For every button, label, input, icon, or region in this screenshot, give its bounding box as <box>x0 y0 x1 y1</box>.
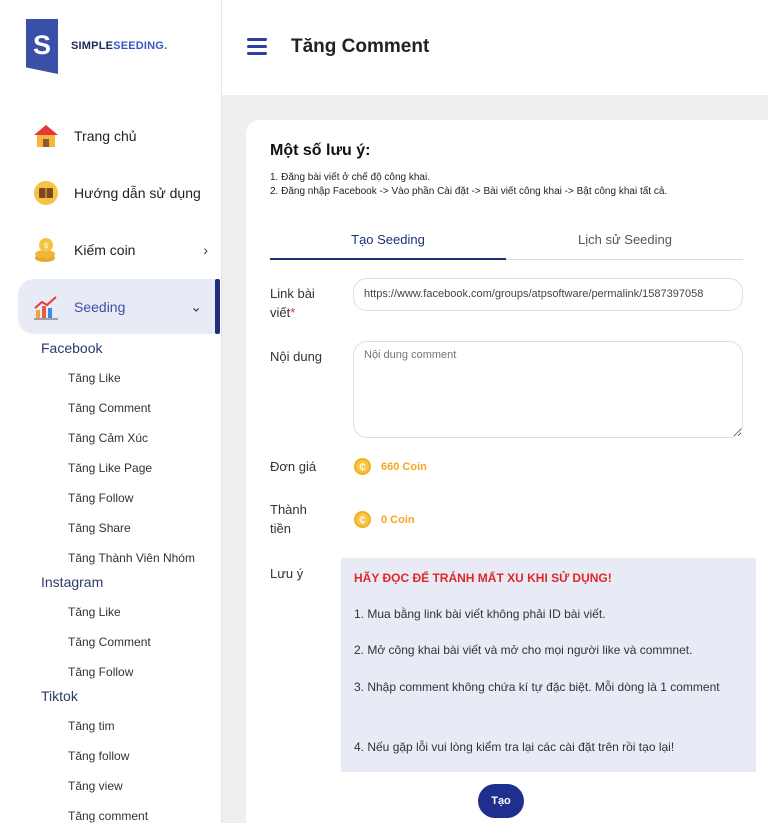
home-icon <box>32 122 60 150</box>
link-label-line-1: Link bài <box>270 286 315 301</box>
sidebar-item-earn-coin[interactable]: $ Kiếm coin › <box>18 222 220 277</box>
sidebar-item-label: Seeding <box>74 298 126 315</box>
post-link-input[interactable]: https://www.facebook.com/groups/atpsoftw… <box>353 278 743 311</box>
total-label-line-1: Thành <box>270 502 307 517</box>
total-label: Thành tiền <box>270 500 307 538</box>
brand-part-2: SEEDING. <box>113 40 168 52</box>
content-label: Nội dung <box>270 349 323 364</box>
tabs: Tạo Seeding Lịch sử Seeding <box>270 226 743 260</box>
create-button[interactable]: Tạo <box>478 784 524 818</box>
header: Tăng Comment <box>222 0 768 95</box>
hamburger-menu-icon[interactable] <box>247 36 269 58</box>
logo[interactable]: S <box>26 19 58 74</box>
sidebar-item-home[interactable]: Trang chủ <box>18 108 220 163</box>
coin-icon: ₵ <box>354 511 371 528</box>
logo-mark: S <box>26 19 58 74</box>
link-label-line-2: viết <box>270 305 291 320</box>
submenu-fb-comment[interactable]: Tăng Comment <box>68 401 151 415</box>
chart-icon <box>32 293 60 321</box>
notes-title: Một số lưu ý: <box>270 142 371 159</box>
submenu-fb-follow[interactable]: Tăng Follow <box>68 491 133 505</box>
submenu-tt-heart[interactable]: Tăng tim <box>68 719 115 733</box>
tab-create-seeding[interactable]: Tạo Seeding <box>270 226 506 260</box>
chevron-right-icon: › <box>203 241 208 258</box>
notice-label: Lưu ý <box>270 566 304 581</box>
tab-seeding-history[interactable]: Lịch sử Seeding <box>507 226 743 260</box>
notice-item: 3. Nhập comment không chứa kí tự đặc biệ… <box>354 680 720 694</box>
submenu-ig-like[interactable]: Tăng Like <box>68 605 121 619</box>
active-indicator <box>215 279 220 334</box>
notice-warning: HÃY ĐỌC ĐỂ TRÁNH MẤT XU KHI SỬ DỤNG! <box>354 571 612 585</box>
notice-item: 2. Mở công khai bài viết và mở cho mọi n… <box>354 643 693 657</box>
price-label: Đơn giá <box>270 459 317 474</box>
submenu-tt-follow[interactable]: Tăng follow <box>68 749 129 763</box>
brand-part-1: SIMPLE <box>71 40 114 52</box>
submenu-ig-follow[interactable]: Tăng Follow <box>68 665 133 679</box>
sidebar: S SIMPLESEEDING. Trang chủ Hướng dẫn sử … <box>0 0 222 823</box>
app: S SIMPLESEEDING. Trang chủ Hướng dẫn sử … <box>0 0 768 823</box>
required-mark: * <box>290 305 296 320</box>
unit-price-value: 660 Coin <box>381 460 427 473</box>
sidebar-item-seeding[interactable]: Seeding ⌄ <box>18 279 220 334</box>
unit-price: ₵ 660 Coin <box>354 458 427 475</box>
submenu-tt-comment[interactable]: Tăng comment <box>68 809 148 823</box>
submenu-fb-reaction[interactable]: Tăng Cảm Xúc <box>68 431 148 445</box>
sidebar-item-guide[interactable]: Hướng dẫn sử dụng <box>18 165 220 220</box>
total-price: ₵ 0 Coin <box>354 511 415 528</box>
submenu-ig-comment[interactable]: Tăng Comment <box>68 635 151 649</box>
total-price-value: 0 Coin <box>381 513 415 526</box>
notice-item: 1. Mua bằng link bài viết không phải ID … <box>354 607 606 621</box>
sidebar-item-label: Trang chủ <box>74 127 137 144</box>
link-label: Link bài viết* <box>270 284 315 322</box>
note-line-2: 2. Đăng nhập Facebook -> Vào phần Cài đặ… <box>270 186 668 197</box>
brand-name: SIMPLESEEDING. <box>71 40 167 52</box>
submenu-tt-view[interactable]: Tăng view <box>68 779 123 793</box>
page-title: Tăng Comment <box>291 36 430 57</box>
submenu-fb-like-page[interactable]: Tăng Like Page <box>68 461 152 475</box>
note-line-1: 1. Đăng bài viết ở chế độ công khai. <box>270 172 430 183</box>
group-instagram: Instagram <box>41 574 104 590</box>
coin-icon: ₵ <box>354 458 371 475</box>
chevron-down-icon: ⌄ <box>190 298 202 314</box>
book-icon <box>32 179 60 207</box>
group-facebook: Facebook <box>41 340 103 356</box>
submenu-fb-like[interactable]: Tăng Like <box>68 371 121 385</box>
notice-box: HÃY ĐỌC ĐỂ TRÁNH MẤT XU KHI SỬ DỤNG! 1. … <box>341 558 756 772</box>
notice-item: 4. Nếu gặp lỗi vui lòng kiểm tra lại các… <box>354 740 675 754</box>
coins-icon: $ <box>32 236 60 264</box>
sidebar-item-label: Kiếm coin <box>74 241 136 258</box>
total-label-line-2: tiền <box>270 521 291 536</box>
svg-text:$: $ <box>43 241 48 250</box>
submenu-fb-share[interactable]: Tăng Share <box>68 521 131 535</box>
submenu-fb-group-member[interactable]: Tăng Thành Viên Nhóm <box>68 551 195 565</box>
main-card: Một số lưu ý: 1. Đăng bài viết ở chế độ … <box>246 120 768 823</box>
group-tiktok: Tiktok <box>41 688 78 704</box>
comment-content-textarea[interactable] <box>353 341 743 438</box>
sidebar-item-label: Hướng dẫn sử dụng <box>74 184 201 201</box>
